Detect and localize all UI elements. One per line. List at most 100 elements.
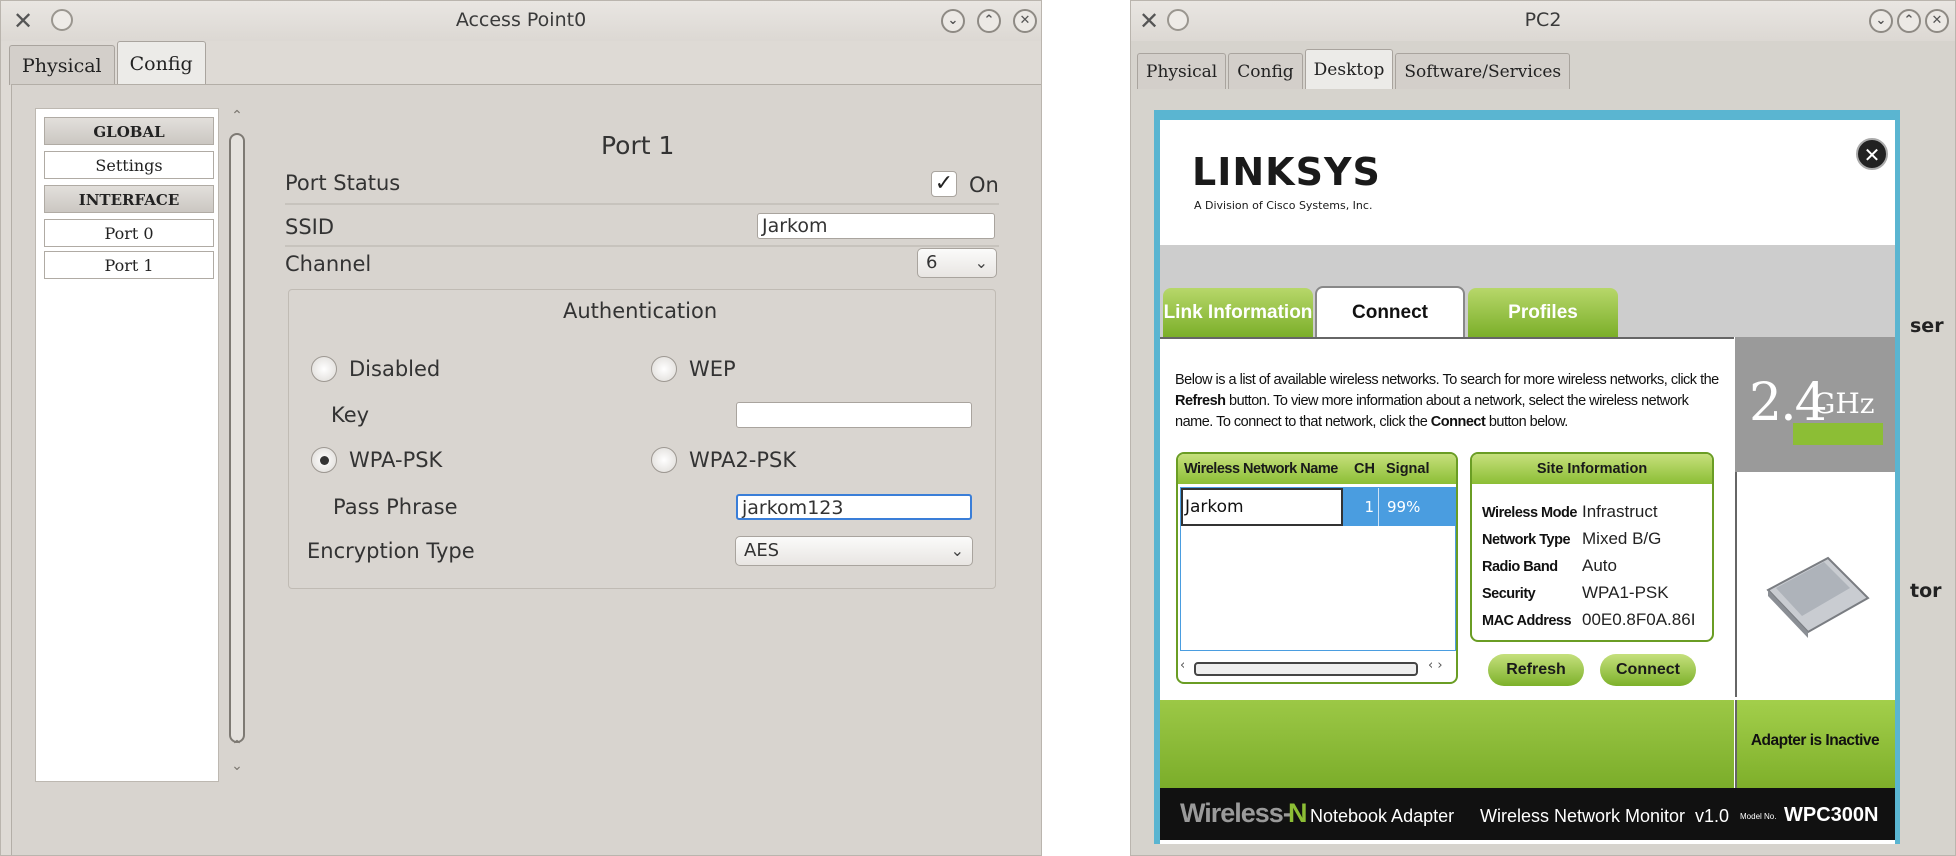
info-key: Network Type — [1482, 532, 1571, 548]
info-row-wireless-mode: Wireless Mode Infrastruct — [1482, 502, 1658, 522]
tab-config[interactable]: Config — [1228, 53, 1303, 89]
window-title: PC2 — [1524, 9, 1562, 31]
nav-item-port1[interactable]: Port 1 — [44, 251, 214, 279]
info-row-mac-address: MAC Address 00E0.8F0A.86I — [1482, 610, 1695, 630]
column-network-name: Wireless Network Name — [1184, 461, 1338, 477]
tab-physical[interactable]: Physical — [9, 45, 115, 85]
radio-wep[interactable] — [651, 356, 677, 382]
info-key: Wireless Mode — [1482, 505, 1577, 521]
network-signal-cell: 99% — [1387, 498, 1421, 516]
radio-wpa-psk[interactable] — [311, 447, 337, 473]
scroll-up-icon-bottom[interactable]: ⌃ — [227, 738, 247, 754]
adapter-card-icon — [1766, 556, 1870, 638]
chevron-down-icon: ⌄ — [950, 541, 964, 560]
radio-disabled-label: Disabled — [349, 357, 441, 381]
close-button[interactable]: ✕ — [1925, 9, 1949, 33]
scroll-down-icon[interactable]: ⌄ — [227, 758, 247, 774]
encryption-type-select[interactable]: AES ⌄ — [735, 536, 973, 566]
network-list-header: Wireless Network Name CH Signal — [1178, 454, 1456, 484]
linksys-subtitle: A Division of Cisco Systems, Inc. — [1194, 199, 1373, 212]
close-button[interactable]: ✕ — [1013, 9, 1037, 33]
footer-adapter: Notebook Adapter — [1310, 806, 1455, 826]
close-monitor-icon[interactable]: ✕ — [1856, 138, 1888, 170]
band-accent — [1793, 423, 1883, 445]
info-value: 00E0.8F0A.86I — [1582, 610, 1696, 629]
scroll-up-icon[interactable]: ⌃ — [227, 108, 247, 124]
tab-connect[interactable]: Connect — [1315, 286, 1465, 340]
horizontal-scrollbar[interactable]: ‹ ‹ › — [1180, 658, 1456, 678]
config-nav-list: GLOBAL Settings INTERFACE Port 0 Port 1 — [35, 108, 219, 782]
pass-phrase-label: Pass Phrase — [333, 495, 458, 519]
nav-header-global[interactable]: GLOBAL — [44, 117, 214, 145]
key-input[interactable] — [736, 402, 972, 428]
footer-n: N — [1288, 798, 1308, 828]
description-text: button below. — [1485, 414, 1568, 430]
minimize-button[interactable]: ⌄ — [941, 9, 965, 33]
tab-link-information[interactable]: Link Information — [1163, 288, 1313, 338]
radio-wep-label: WEP — [689, 357, 736, 381]
site-information-title: Site Information — [1472, 454, 1712, 484]
info-value: Infrastruct — [1582, 502, 1658, 521]
info-key: Security — [1482, 586, 1536, 602]
footer-wireless: Wireless- — [1180, 798, 1292, 828]
connect-description: Below is a list of available wireless ne… — [1175, 370, 1729, 433]
port-title: Port 1 — [601, 131, 675, 160]
radio-disabled[interactable] — [311, 356, 337, 382]
access-point-window: ✕ Access Point0 ⌄ ⌃ ✕ Physical Config GL… — [0, 0, 1042, 856]
channel-select[interactable]: 6 ⌄ — [917, 248, 997, 278]
port-status-on-label: On — [969, 173, 999, 197]
ssid-input[interactable]: Jarkom — [757, 213, 995, 239]
info-row-security: Security WPA1-PSK — [1482, 583, 1669, 603]
scroll-thumb[interactable] — [1194, 662, 1418, 676]
footer-model: WPC300N — [1784, 804, 1879, 826]
authentication-title: Authentication — [563, 299, 718, 323]
column-signal: Signal — [1386, 461, 1430, 477]
maximize-button[interactable]: ⌃ — [1897, 9, 1921, 33]
tab-software-services[interactable]: Software/Services — [1395, 53, 1571, 89]
pass-phrase-input[interactable]: jarkom123 — [736, 494, 972, 520]
tab-desktop[interactable]: Desktop — [1304, 49, 1394, 89]
footer-monitor: Wireless Network Monitor v1.0 — [1480, 806, 1730, 826]
network-ch-cell: 1 — [1343, 488, 1379, 526]
encryption-type-value: AES — [744, 540, 780, 561]
nav-scrollbar[interactable]: ⌃ ⌃ ⌄ — [227, 108, 247, 782]
nav-item-settings[interactable]: Settings — [44, 151, 214, 179]
connect-button[interactable]: Connect — [1600, 654, 1696, 686]
table-row[interactable]: Jarkom 1 99% — [1181, 488, 1455, 526]
channel-label: Channel — [285, 252, 372, 276]
linksys-logo: LINKSYS — [1192, 150, 1381, 194]
divider — [285, 203, 999, 205]
encryption-type-label: Encryption Type — [307, 539, 475, 563]
description-connect: Connect — [1430, 414, 1486, 430]
tab-physical[interactable]: Physical — [1137, 53, 1227, 89]
info-value: Mixed B/G — [1582, 529, 1662, 548]
info-value: Auto — [1582, 556, 1617, 575]
description-text: Below is a list of available wireless ne… — [1175, 372, 1719, 388]
minimize-button[interactable]: ⌄ — [1869, 9, 1893, 33]
adapter-status-text: Adapter is Inactive — [1750, 732, 1880, 749]
refresh-button[interactable]: Refresh — [1488, 654, 1584, 686]
maximize-button[interactable]: ⌃ — [977, 9, 1001, 33]
network-list-body: Jarkom 1 99% — [1180, 487, 1456, 651]
channel-value: 6 — [926, 252, 938, 273]
nav-item-port0[interactable]: Port 0 — [44, 219, 214, 247]
window-title: Access Point0 — [455, 9, 587, 31]
port-status-checkbox[interactable]: ✓ — [931, 171, 957, 197]
nav-header-interface[interactable]: INTERFACE — [44, 185, 214, 213]
tab-profiles[interactable]: Profiles — [1468, 288, 1618, 338]
scroll-left-icon[interactable]: ‹ — [1180, 658, 1185, 673]
network-name-cell[interactable]: Jarkom — [1181, 488, 1343, 526]
network-list: Wireless Network Name CH Signal Jarkom 1… — [1176, 452, 1458, 684]
green-status-bar — [1160, 700, 1734, 788]
ssid-label: SSID — [285, 215, 335, 239]
column-ch: CH — [1354, 461, 1375, 477]
info-key: Radio Band — [1482, 559, 1558, 575]
scroll-arrows-icon[interactable]: ‹ › — [1428, 658, 1443, 673]
adapter-card-icon — [1766, 556, 1870, 638]
radio-wpa2-psk[interactable] — [651, 447, 677, 473]
port-status-label: Port Status — [285, 171, 401, 195]
tab-config[interactable]: Config — [116, 41, 206, 85]
scroll-thumb[interactable] — [229, 133, 245, 743]
linksys-footer: Wireless- N Notebook Adapter Wireless Ne… — [1160, 788, 1895, 840]
chevron-down-icon: ⌄ — [974, 253, 988, 272]
